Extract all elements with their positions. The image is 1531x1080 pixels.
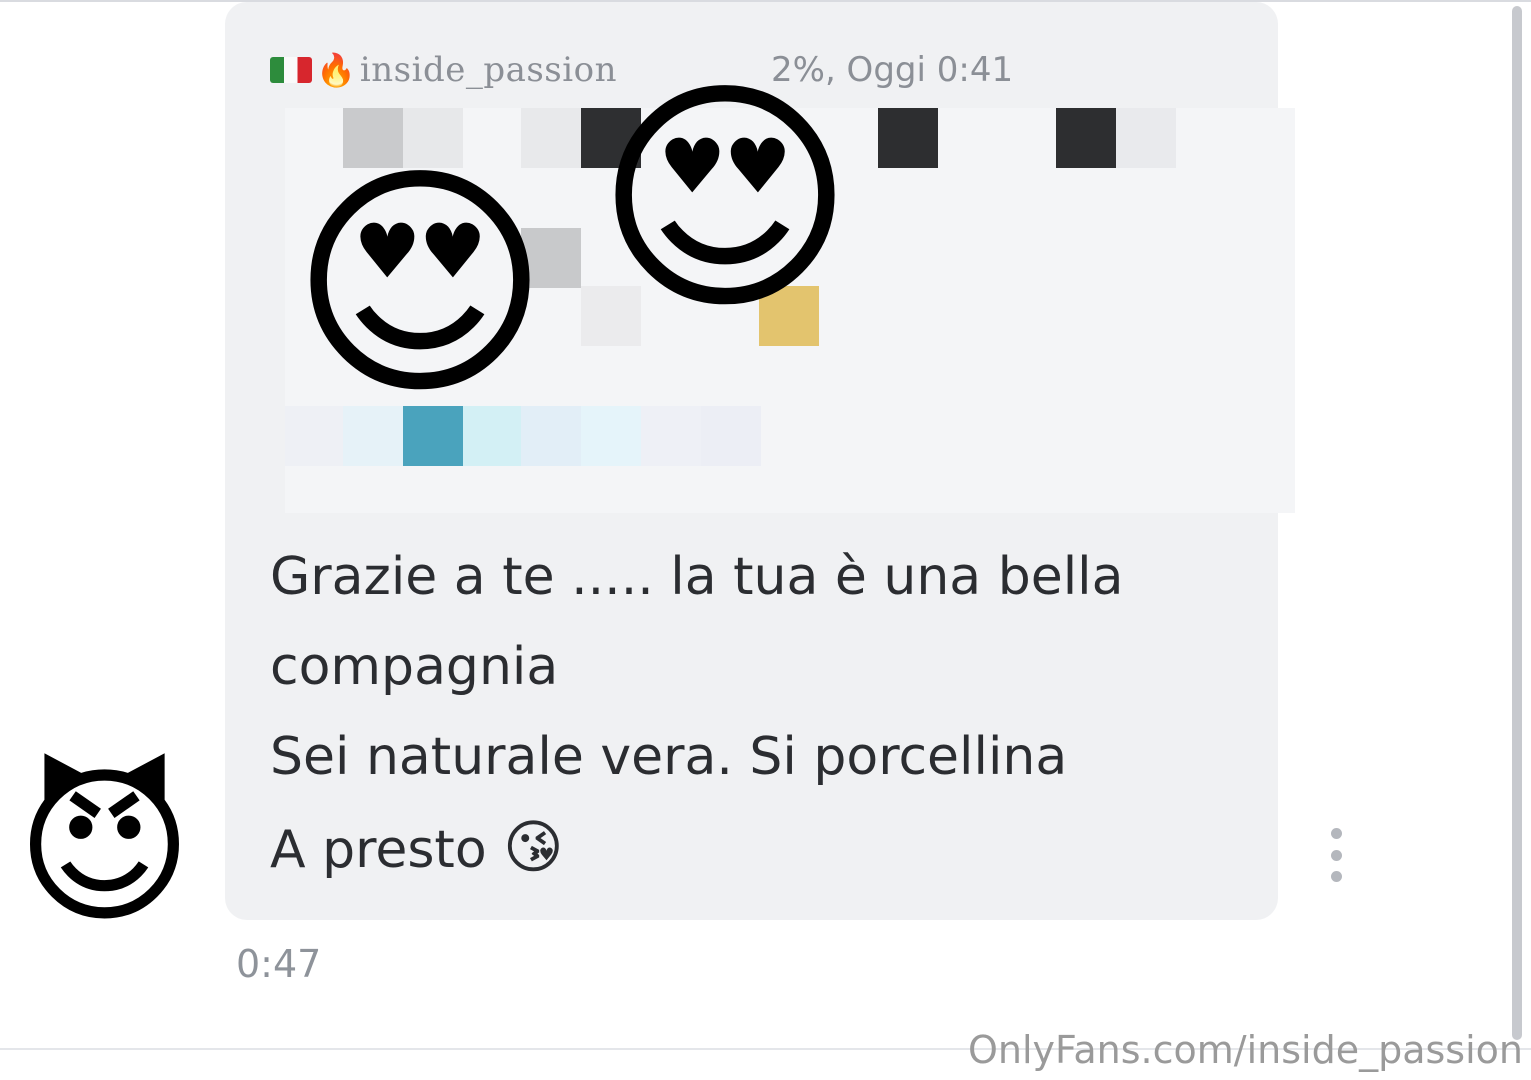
scrollbar[interactable] [1512,6,1522,1040]
pixel-block [1116,108,1176,168]
message-line: Grazie a te ..... la tua è una bella [270,547,1124,607]
dot-icon [1330,871,1342,882]
sender-avatar[interactable]: 😈 [2,748,207,948]
heart-eyes-sticker-left: 😍 [289,139,551,430]
message-line-last: A presto 😘 [270,802,1230,895]
heart-eyes-sticker-right: 😍 [594,54,856,345]
message-line-text: A presto [270,820,487,880]
pixel-block [878,108,938,168]
message-timestamp: 0:47 [236,942,322,986]
fire-icon: 🔥 [316,51,356,89]
message-text: Grazie a te ..... la tua è una bella com… [270,532,1230,895]
kiss-emoji-icon: 😘 [503,813,564,881]
italy-flag-icon [270,57,312,83]
pixel-block [1056,108,1116,168]
pixel-block [581,406,641,466]
pixel-block [701,406,761,466]
message-line: Sei naturale vera. Si porcellina [270,727,1068,787]
watermark-text: OnlyFans.com/inside_passion [967,1028,1523,1072]
dot-icon [1330,849,1342,861]
message-line: compagnia [270,637,559,697]
more-options-button[interactable] [1322,828,1350,882]
dot-icon [1330,828,1342,839]
pixel-block [641,406,701,466]
